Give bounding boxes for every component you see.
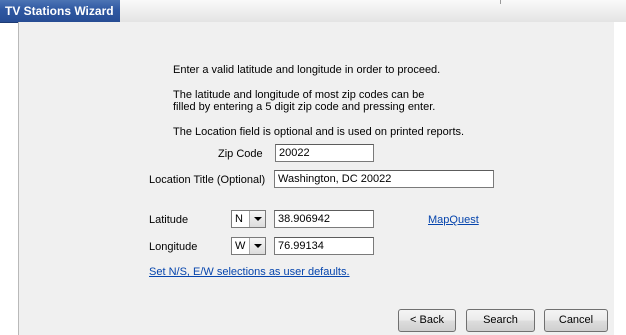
window-title: TV Stations Wizard [5,4,114,18]
cancel-button[interactable]: Cancel [544,309,608,332]
longitude-direction-value: W [235,240,246,252]
chevron-down-icon[interactable] [249,211,265,227]
instruction-line-1: Enter a valid latitude and longitude in … [173,64,441,76]
latitude-direction-select[interactable]: N [231,210,266,228]
zip-code-input[interactable]: 20022 [275,144,374,162]
title-bar-tick [500,0,501,4]
latitude-input[interactable]: 38.906942 [274,210,374,228]
latitude-direction-value: N [235,213,243,225]
longitude-input[interactable]: 76.99134 [274,237,374,255]
back-button[interactable]: < Back [398,309,456,332]
chevron-down-icon[interactable] [249,238,265,254]
instruction-line-3: filled by entering a 5 digit zip code an… [173,101,436,113]
panel-edge [614,22,626,335]
mapquest-link[interactable]: MapQuest [428,214,479,226]
title-bar-background [120,0,626,22]
search-button[interactable]: Search [466,309,535,332]
longitude-label: Longitude [149,241,198,253]
title-bar: TV Stations Wizard [0,0,626,23]
location-title-label: Location Title (Optional) [149,174,266,186]
instruction-line-2: The latitude and longitude of most zip c… [173,89,425,101]
latitude-label: Latitude [149,214,189,226]
location-title-input[interactable]: Washington, DC 20022 [274,170,494,188]
zip-code-label: Zip Code [218,148,263,160]
longitude-direction-select[interactable]: W [231,237,266,255]
set-defaults-link[interactable]: Set N/S, E/W selections as user defaults… [149,266,350,278]
instruction-line-4: The Location field is optional and is us… [173,126,465,138]
